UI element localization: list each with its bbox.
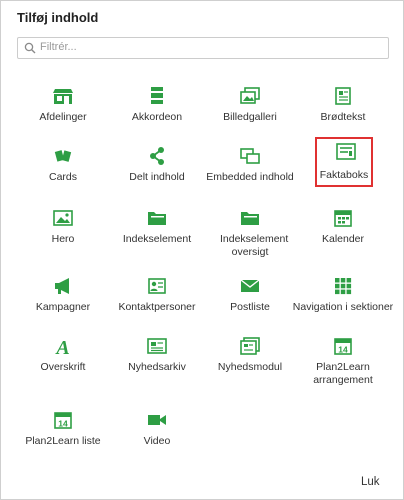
contacts-icon — [147, 277, 167, 295]
item-brodtekst[interactable]: Brødtekst — [297, 83, 389, 141]
item-label: Plan2Learn liste — [25, 435, 101, 447]
item-label: Plan2Learn arrangement — [313, 361, 373, 386]
folder-icon — [240, 209, 260, 227]
item-label: Cards — [48, 171, 77, 183]
item-label: Nyhedsmodul — [217, 361, 283, 373]
item-label: Delt indhold — [129, 171, 185, 183]
item-indekselement[interactable]: Indekselement — [111, 205, 203, 263]
search-icon — [24, 42, 36, 54]
item-label: Nyhedsarkiv — [128, 361, 186, 373]
calendar-14-icon: 14 — [333, 337, 353, 355]
item-hero[interactable]: Hero — [17, 205, 109, 263]
svg-text:14: 14 — [338, 345, 348, 355]
item-label: Navigation i sektioner — [292, 301, 394, 313]
item-label: Billedgalleri — [223, 111, 277, 123]
item-akkordeon[interactable]: Akkordeon — [111, 83, 203, 141]
item-label: Indekselement — [122, 233, 192, 245]
item-faktaboks[interactable]: Faktaboks — [315, 137, 373, 187]
item-embedded-indhold[interactable]: Embedded indhold — [204, 143, 296, 201]
item-billedgalleri[interactable]: Billedgalleri — [204, 83, 296, 141]
image-icon — [53, 209, 73, 227]
item-label: Postliste — [230, 301, 270, 313]
item-plan2learn-arrangement[interactable]: 14 Plan2Learn arrangement — [297, 333, 389, 395]
accordion-icon — [147, 87, 167, 105]
item-nyhedsarkiv[interactable]: Nyhedsarkiv — [111, 333, 203, 391]
item-postliste[interactable]: Postliste — [204, 273, 296, 331]
item-kalender[interactable]: Kalender — [297, 205, 389, 263]
item-nyhedsmodul[interactable]: Nyhedsmodul — [204, 333, 296, 391]
folder-icon — [147, 209, 167, 227]
grid-icon — [333, 277, 353, 295]
video-camera-icon — [147, 411, 167, 429]
item-indekselement-oversigt[interactable]: Indekselement oversigt — [204, 205, 296, 267]
add-content-dialog: Tilføj indhold Filtrér... Afdelinger Akk… — [0, 0, 404, 500]
item-label: Kampagner — [35, 301, 91, 313]
item-label: Faktaboks — [319, 169, 369, 181]
calendar-14-icon: 14 — [53, 411, 73, 429]
storefront-icon — [53, 87, 73, 105]
gallery-icon — [240, 87, 260, 105]
item-label: Kalender — [321, 233, 365, 245]
close-button[interactable]: Luk — [361, 476, 380, 488]
filter-placeholder: Filtrér... — [40, 41, 77, 53]
item-label: Afdelinger — [39, 111, 87, 123]
item-label: Overskrift — [40, 361, 86, 373]
item-cards[interactable]: Cards — [17, 143, 109, 201]
megaphone-icon — [53, 277, 73, 295]
item-label: Brødtekst — [320, 111, 366, 123]
item-label: Akkordeon — [131, 111, 183, 123]
calendar-icon — [333, 209, 353, 227]
item-label: Indekselement oversigt — [220, 233, 289, 258]
dialog-title: Tilføj indhold — [17, 10, 99, 25]
item-overskrift[interactable]: A Overskrift — [17, 333, 109, 391]
newspaper-icon — [147, 337, 167, 355]
item-label: Embedded indhold — [206, 171, 294, 183]
item-video[interactable]: Video — [111, 407, 203, 465]
svg-text:14: 14 — [58, 419, 68, 429]
filter-input[interactable]: Filtrér... — [17, 37, 389, 59]
item-plan2learn-liste[interactable]: 14 Plan2Learn liste — [17, 407, 109, 465]
item-label: Hero — [51, 233, 75, 245]
embed-icon — [240, 147, 260, 165]
envelope-icon — [240, 277, 260, 295]
item-label: Kontaktpersoner — [118, 301, 196, 313]
item-kampagner[interactable]: Kampagner — [17, 273, 109, 331]
factbox-icon — [336, 143, 356, 161]
text-document-icon — [333, 87, 353, 105]
share-icon — [147, 147, 167, 165]
cards-icon — [53, 147, 73, 165]
item-delt-indhold[interactable]: Delt indhold — [111, 143, 203, 201]
item-navigation-i-sektioner[interactable]: Navigation i sektioner — [291, 273, 395, 331]
news-module-icon — [240, 337, 260, 355]
item-label: Video — [143, 435, 171, 447]
item-kontaktpersoner[interactable]: Kontaktpersoner — [111, 273, 203, 331]
svg-text:A: A — [54, 337, 69, 355]
heading-letter-icon: A — [53, 337, 73, 355]
item-afdelinger[interactable]: Afdelinger — [17, 83, 109, 141]
